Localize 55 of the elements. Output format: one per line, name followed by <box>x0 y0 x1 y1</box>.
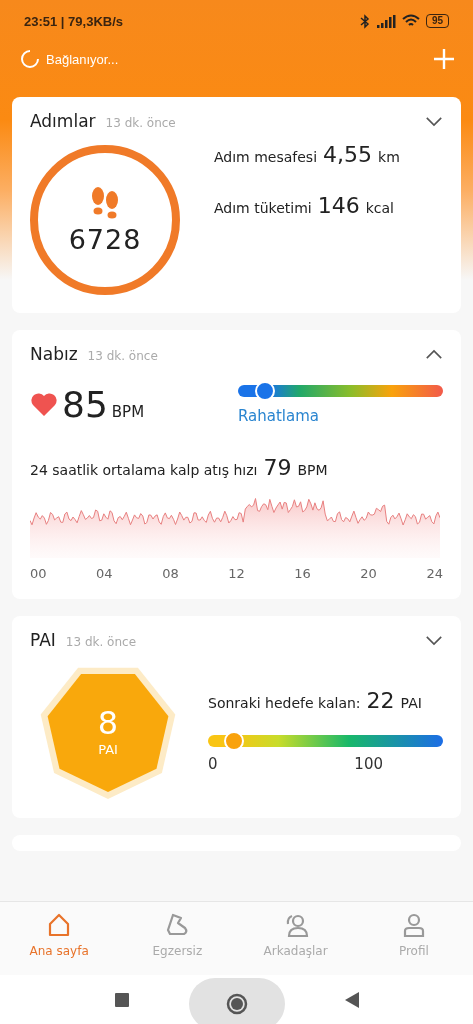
heart-icon <box>30 392 58 417</box>
pai-card[interactable]: PAI 13 dk. önce 8 PAI Sonraki hedefe kalan: 22 PAI 0 100 <box>12 616 461 818</box>
pai-unit: PAI <box>98 741 118 757</box>
bluetooth-icon <box>359 13 370 29</box>
average-unit: BPM <box>297 462 328 478</box>
home-circle-icon <box>224 991 249 1016</box>
status-time: 23:51 | 79,3KB/s <box>24 13 124 29</box>
battery-indicator: 95 <box>425 14 449 28</box>
axis-label: 20 <box>360 566 377 581</box>
stat-unit: kcal <box>365 200 394 216</box>
steps-card[interactable]: Adımlar 13 dk. önce 6728 Adım mesafesi 4,55 km Adım tüketimi 146 kcal <box>12 97 461 313</box>
update-time: 13 dk. önce <box>87 349 158 363</box>
axis-label: 16 <box>294 566 311 581</box>
heart-rate-value: 85 <box>62 384 108 425</box>
stat-value: 146 <box>317 193 360 218</box>
card-title: Nabız <box>30 344 78 364</box>
update-time: 13 dk. önce <box>65 635 137 649</box>
axis-label: 04 <box>96 566 113 581</box>
remaining-unit: PAI <box>400 694 422 711</box>
stat-value: 4,55 <box>323 142 373 167</box>
zone-label: Rahatlama <box>238 406 321 425</box>
nav-tab[interactable]: Egzersiz <box>118 902 237 976</box>
expand-icon[interactable] <box>425 634 443 646</box>
collapse-icon[interactable] <box>425 348 443 360</box>
axis-label: 00 <box>30 566 47 581</box>
update-time: 13 dk. önce <box>105 116 176 130</box>
heart-rate-card[interactable]: Nabız 13 dk. önce 85 BPM Rahatlama 24 saatlik ortalama kalp atış hızı 79 BPM 00 04 08 12 16 20 24 <box>12 330 461 599</box>
scale-max: 100 <box>354 754 383 773</box>
connection-status: Bağlanıyor... <box>46 51 119 67</box>
pai-value: 8 <box>97 703 119 742</box>
back-icon[interactable] <box>344 991 359 1008</box>
stat-label: Adım tüketimi <box>214 200 312 216</box>
stat-label: Adım mesafesi <box>214 149 318 165</box>
recents-icon[interactable] <box>114 992 129 1007</box>
nav-tab[interactable]: Profil <box>354 902 473 976</box>
step-count: 6728 <box>68 223 142 255</box>
expand-icon[interactable] <box>425 115 443 127</box>
home-button[interactable] <box>188 977 285 1024</box>
heart-rate-unit: BPM <box>111 403 145 421</box>
card-title: Adımlar <box>30 111 96 131</box>
remaining-label: Sonraki hedefe kalan: <box>208 694 361 711</box>
axis-label: 12 <box>228 566 245 581</box>
card-title: PAI <box>30 630 56 650</box>
loading-icon <box>20 49 40 69</box>
axis-label: 08 <box>162 566 179 581</box>
signal-icon <box>375 14 396 28</box>
axis-label: 24 <box>426 566 443 581</box>
scale-min: 0 <box>208 754 218 773</box>
wifi-icon <box>401 14 420 28</box>
nav-tab[interactable]: Arkadaşlar <box>236 902 355 976</box>
nav-tab[interactable]: Ana sayfa <box>0 902 119 976</box>
remaining-value: 22 <box>366 687 395 713</box>
stat-unit: km <box>378 149 400 165</box>
average-label: 24 saatlik ortalama kalp atış hızı <box>30 462 258 478</box>
average-value: 79 <box>263 455 292 480</box>
